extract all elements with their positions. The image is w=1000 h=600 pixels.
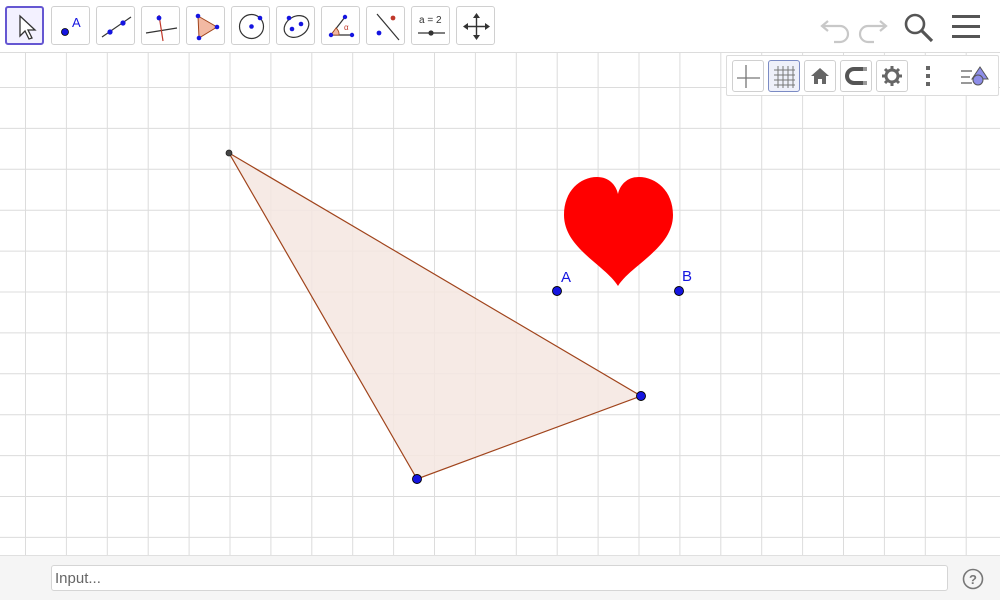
algebra-view-toggle[interactable] xyxy=(957,60,989,92)
ellipse-icon xyxy=(283,15,310,38)
graphics-view[interactable]: A B xyxy=(0,53,1000,555)
help-circle-icon: ? xyxy=(962,568,984,590)
point-b[interactable] xyxy=(674,286,684,296)
axes-icon xyxy=(737,65,760,88)
home-icon xyxy=(811,68,829,84)
arrow-cursor-icon xyxy=(19,14,37,40)
axes-toggle[interactable] xyxy=(732,60,764,92)
algebra-shapes-icon xyxy=(961,66,989,86)
triangle-vertex-top[interactable] xyxy=(225,149,233,157)
input-bar: ? xyxy=(0,555,1000,600)
grid-icon xyxy=(774,66,795,88)
perpendicular-line-icon xyxy=(145,14,178,42)
move-graphics-view-tool[interactable] xyxy=(456,6,495,45)
perpendicular-line-tool[interactable] xyxy=(141,6,180,45)
point-capturing-button[interactable] xyxy=(840,60,872,92)
help-button[interactable]: ? xyxy=(962,568,984,590)
redo-button[interactable] xyxy=(854,9,890,45)
point-a[interactable] xyxy=(552,286,562,296)
search-button[interactable] xyxy=(900,9,936,45)
triangle-vertex-bottom[interactable] xyxy=(412,474,422,484)
reflect-about-line-icon xyxy=(376,13,400,41)
triangle-vertex-right[interactable] xyxy=(636,391,646,401)
menu-button[interactable] xyxy=(948,9,984,45)
heart-image[interactable] xyxy=(564,177,673,286)
point-icon: A xyxy=(61,15,81,36)
circle-tool[interactable] xyxy=(231,6,270,45)
point-b-label: B xyxy=(682,268,692,285)
angle-icon: α xyxy=(328,14,355,38)
search-icon xyxy=(904,13,934,43)
undo-icon xyxy=(820,20,850,44)
standard-view-button[interactable] xyxy=(804,60,836,92)
hamburger-menu-icon xyxy=(952,15,980,38)
point-tool-label: A xyxy=(72,15,81,30)
reflect-tool[interactable] xyxy=(366,6,405,45)
slider-tool-label: a = 2 xyxy=(419,15,442,26)
angle-tool[interactable]: α xyxy=(321,6,360,45)
redo-icon xyxy=(858,20,888,44)
graphics-style-bar xyxy=(726,55,999,96)
slider-icon: a = 2 xyxy=(418,15,445,36)
line-through-points-icon xyxy=(101,16,132,38)
conic-tool[interactable] xyxy=(276,6,315,45)
undo-button[interactable] xyxy=(818,9,854,45)
polygon-tool[interactable] xyxy=(186,6,225,45)
grid xyxy=(0,53,1000,555)
point-a-label: A xyxy=(561,269,571,286)
angle-tool-label: α xyxy=(344,23,349,32)
graphics-settings-button[interactable] xyxy=(876,60,908,92)
toolbar: A α a = 2 xyxy=(0,0,1000,53)
circle-center-point-icon xyxy=(238,13,265,40)
input-field[interactable] xyxy=(51,565,948,591)
gear-icon xyxy=(882,66,902,86)
more-options-button[interactable] xyxy=(912,60,944,92)
polygon-icon xyxy=(195,13,220,41)
slider-tool[interactable]: a = 2 xyxy=(411,6,450,45)
help-label: ? xyxy=(969,572,977,587)
point-tool[interactable]: A xyxy=(51,6,90,45)
grid-toggle[interactable] xyxy=(768,60,800,92)
magnet-icon xyxy=(845,67,867,85)
more-vertical-icon xyxy=(926,66,930,86)
move-arrows-icon xyxy=(463,13,490,40)
move-tool[interactable] xyxy=(5,6,44,45)
graphics-canvas[interactable]: A B xyxy=(0,53,1000,555)
line-tool[interactable] xyxy=(96,6,135,45)
